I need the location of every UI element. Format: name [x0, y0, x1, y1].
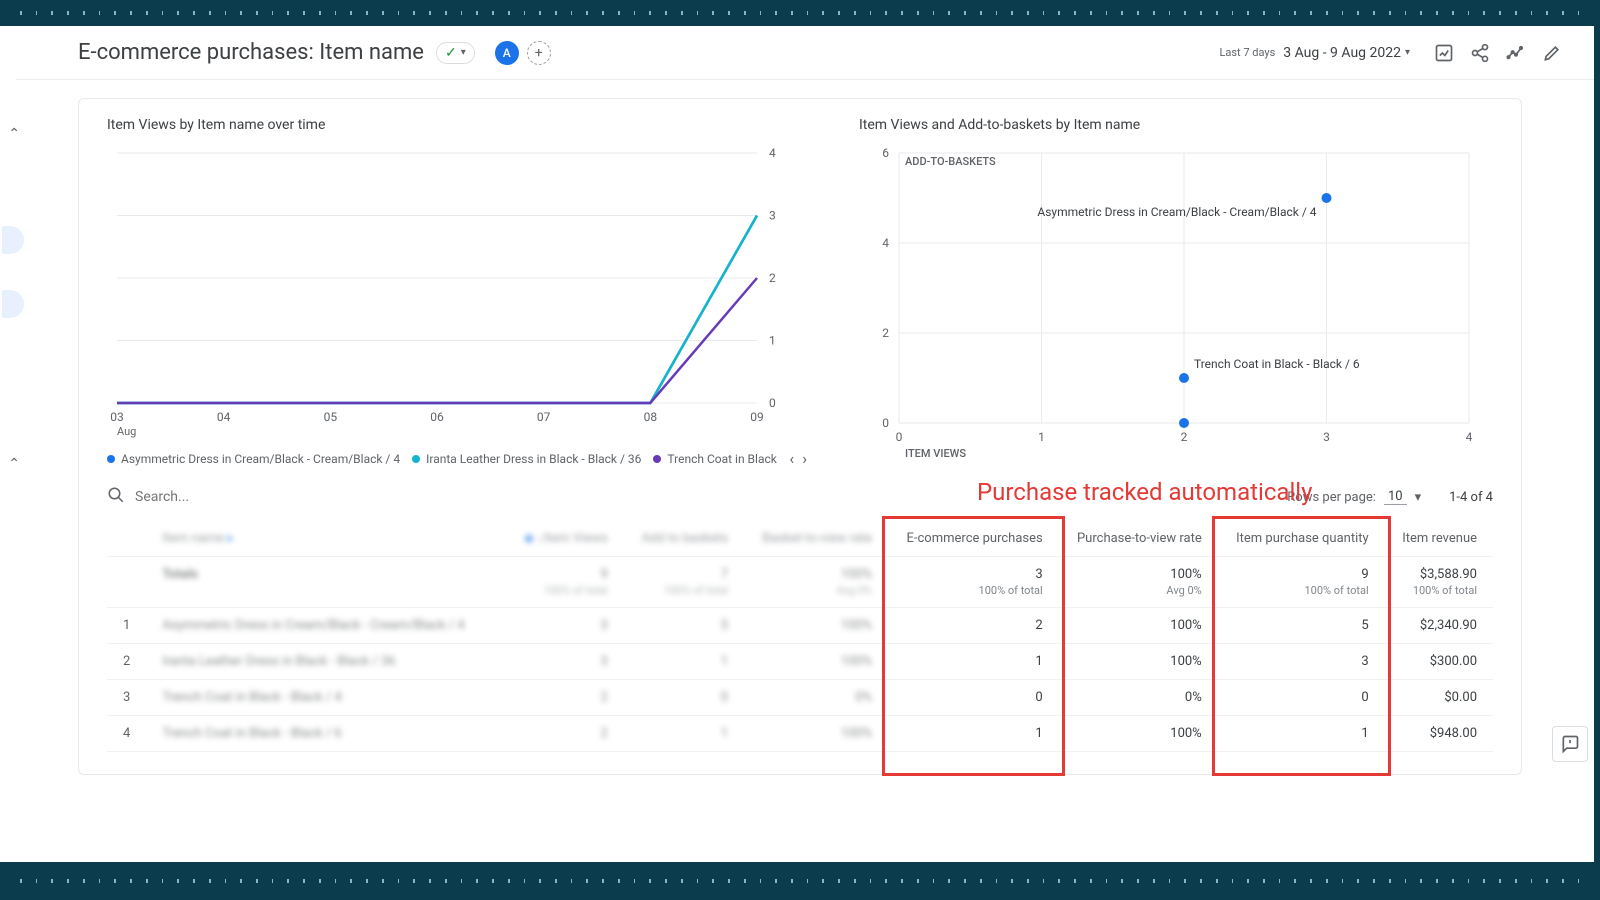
table-header-row: Item name ▸ ◆ ↓Item Views Add to baskets…: [107, 520, 1493, 557]
svg-text:0: 0: [896, 430, 903, 444]
sidebar-indicator: [2, 226, 24, 254]
insights-icon[interactable]: [1426, 35, 1462, 71]
svg-text:Asymmetric Dress in Cream/Blac: Asymmetric Dress in Cream/Black - Cream/…: [1037, 205, 1316, 219]
scatter-chart-title: Item Views and Add-to-baskets by Item na…: [859, 117, 1493, 133]
annotation-text: Purchase tracked automatically: [977, 478, 1312, 506]
svg-text:09: 09: [750, 410, 764, 424]
svg-text:08: 08: [644, 410, 658, 424]
svg-text:06: 06: [430, 410, 444, 424]
svg-text:03: 03: [110, 410, 124, 424]
table-row[interactable]: 4 Trench Coat in Black - Black / 6 2 1 1…: [107, 716, 1493, 752]
legend-prev-icon[interactable]: ‹: [789, 449, 794, 468]
rows-per-page-value[interactable]: 10: [1384, 489, 1407, 505]
col-item-purchase-quantity[interactable]: Item purchase quantity: [1218, 520, 1385, 557]
page-title: E-commerce purchases: Item name: [78, 40, 424, 65]
check-circle-icon: ✓: [445, 45, 457, 61]
svg-text:Aug: Aug: [117, 425, 136, 438]
legend-item[interactable]: Asymmetric Dress in Cream/Black - Cream/…: [107, 452, 400, 466]
svg-text:3: 3: [1323, 430, 1330, 444]
add-comparison-button[interactable]: +: [527, 41, 551, 65]
svg-text:1: 1: [1038, 430, 1045, 444]
svg-text:2: 2: [1181, 430, 1188, 444]
line-chart-title: Item Views by Item name over time: [107, 117, 807, 133]
table-row[interactable]: 3 Trench Coat in Black - Black / 4 2 0 0…: [107, 680, 1493, 716]
sidebar-active-indicator: [2, 290, 24, 318]
col-ecommerce-purchases[interactable]: E-commerce purchases: [888, 520, 1059, 557]
decorative-top-border: [0, 0, 1600, 26]
caret-down-icon[interactable]: ▾: [1405, 47, 1410, 58]
data-table: Item name ▸ ◆ ↓Item Views Add to baskets…: [107, 520, 1493, 752]
trend-icon[interactable]: [1498, 35, 1534, 71]
legend-next-icon[interactable]: ›: [802, 449, 807, 468]
svg-text:4: 4: [882, 236, 889, 250]
svg-text:04: 04: [217, 410, 231, 424]
table-row[interactable]: 2 Iranta Leather Dress in Black - Black …: [107, 644, 1493, 680]
table-totals-row: Totals 9100% of total 7100% of total 100…: [107, 557, 1493, 608]
svg-text:05: 05: [324, 410, 338, 424]
col-purchase-to-view-rate[interactable]: Purchase-to-view rate: [1059, 520, 1218, 557]
col-item-revenue[interactable]: Item revenue: [1385, 520, 1493, 557]
date-range-value[interactable]: 3 Aug - 9 Aug 2022: [1283, 45, 1401, 61]
col-item-views[interactable]: ◆ ↓Item Views: [506, 520, 624, 557]
decorative-bottom-border: [0, 868, 1600, 894]
line-chart: Item Views by Item name over time 012340…: [107, 117, 807, 468]
line-chart-legend: Asymmetric Dress in Cream/Black - Cream/…: [107, 449, 807, 468]
svg-text:2: 2: [769, 271, 776, 285]
svg-text:3: 3: [769, 209, 776, 223]
legend-item[interactable]: Trench Coat in Black: [653, 452, 776, 466]
svg-text:0: 0: [882, 416, 889, 430]
caret-down-icon[interactable]: ▾: [1415, 490, 1422, 505]
edit-icon[interactable]: [1534, 35, 1570, 71]
svg-text:2: 2: [882, 326, 889, 340]
feedback-button[interactable]: [1552, 726, 1588, 762]
legend-item[interactable]: Iranta Leather Dress in Black - Black / …: [412, 452, 641, 466]
page-info: 1-4 of 4: [1449, 490, 1493, 505]
user-avatar[interactable]: A: [495, 41, 519, 65]
col-basket-to-view-rate[interactable]: Basket-to-view rate: [744, 520, 888, 557]
svg-text:6: 6: [882, 146, 889, 160]
col-item-name[interactable]: Item name ▸: [146, 520, 506, 557]
svg-text:1: 1: [769, 334, 776, 348]
svg-text:ITEM VIEWS: ITEM VIEWS: [905, 447, 966, 460]
svg-text:Trench Coat in Black - Black /: Trench Coat in Black - Black / 6: [1194, 357, 1360, 371]
page-header: E-commerce purchases: Item name ✓ ▾ A + …: [6, 26, 1594, 80]
col-add-to-baskets[interactable]: Add to baskets: [624, 520, 744, 557]
scatter-chart: Item Views and Add-to-baskets by Item na…: [859, 117, 1493, 468]
chevron-up-icon[interactable]: ⌃: [8, 126, 20, 142]
date-range-label: Last 7 days: [1219, 46, 1275, 59]
data-table-section: Purchase tracked automatically Rows per …: [107, 486, 1493, 752]
collapsed-sidebar: ⌃ ⌃: [0, 26, 16, 862]
svg-text:07: 07: [537, 410, 551, 424]
chevron-up-icon[interactable]: ⌃: [8, 456, 20, 472]
caret-down-icon: ▾: [461, 47, 466, 58]
share-icon[interactable]: [1462, 35, 1498, 71]
search-icon: [107, 486, 125, 508]
svg-text:ADD-TO-BASKETS: ADD-TO-BASKETS: [905, 155, 996, 168]
search-input[interactable]: [135, 489, 335, 505]
svg-text:4: 4: [1466, 430, 1473, 444]
svg-text:0: 0: [769, 396, 776, 410]
table-search[interactable]: [107, 486, 335, 508]
svg-text:4: 4: [769, 146, 776, 160]
status-pill[interactable]: ✓ ▾: [436, 42, 475, 64]
line-chart-canvas: 0 1 2 3 4 03 04 05 06 07 08 09 Aug: [107, 143, 807, 443]
scatter-chart-canvas: 0 2 4 6 0 1 2 3 4 ADD-TO-BASKETS ITEM VIEWS Asymmet…: [859, 143, 1479, 463]
table-row[interactable]: 1 Asymmetric Dress in Cream/Black - Crea…: [107, 608, 1493, 644]
